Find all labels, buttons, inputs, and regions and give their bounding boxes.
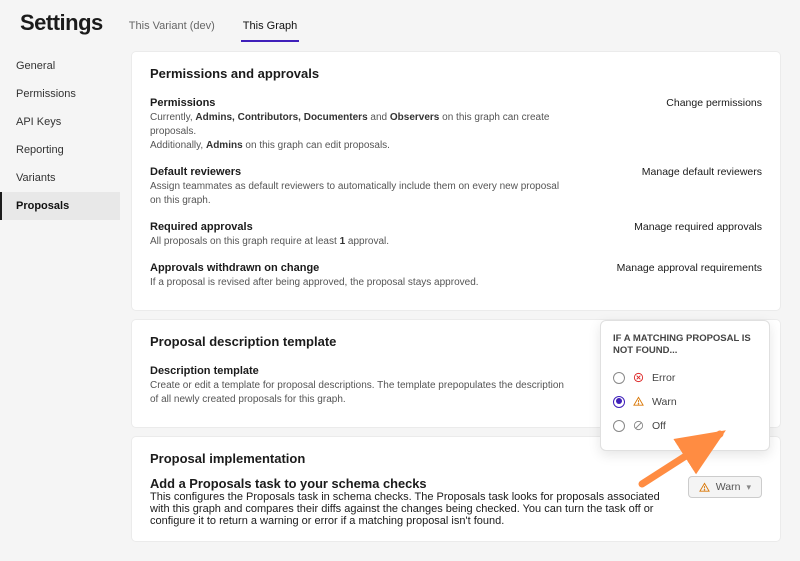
sidebar-item-reporting[interactable]: Reporting [0, 136, 120, 164]
row-desc: Create or edit a template for proposal d… [150, 379, 570, 407]
off-icon [633, 420, 644, 431]
proposals-task-popover: IF A MATCHING PROPOSAL IS NOT FOUND... E… [600, 320, 770, 451]
sidebar-item-general[interactable]: General [0, 52, 120, 80]
proposals-task-select[interactable]: Warn ▾ [688, 476, 762, 498]
card-permissions-approvals: Permissions and approvals Permissions Cu… [132, 52, 780, 310]
row-default-reviewers: Default reviewers Assign teammates as de… [150, 159, 762, 214]
row-heading: Required approvals [150, 221, 389, 233]
row-permissions: Permissions Currently, Admins, Contribut… [150, 91, 762, 159]
row-heading: Description template [150, 365, 570, 377]
row-required-approvals: Required approvals All proposals on this… [150, 214, 762, 255]
card-proposal-implementation: Proposal implementation Add a Proposals … [132, 437, 780, 541]
option-off[interactable]: Off [613, 414, 757, 438]
sidebar-item-proposals[interactable]: Proposals [0, 192, 120, 220]
chevron-down-icon: ▾ [746, 482, 751, 493]
sidebar-item-api-keys[interactable]: API Keys [0, 108, 120, 136]
tab-this-graph[interactable]: This Graph [241, 16, 299, 42]
manage-approval-requirements-link[interactable]: Manage approval requirements [617, 262, 762, 274]
tab-this-variant[interactable]: This Variant (dev) [127, 16, 217, 42]
row-heading: Default reviewers [150, 166, 570, 178]
row-desc: Currently, Admins, Contributors, Documen… [150, 111, 570, 153]
warning-icon [633, 396, 644, 407]
card-title: Permissions and approvals [150, 66, 762, 81]
row-approvals-withdrawn: Approvals withdrawn on change If a propo… [150, 255, 762, 296]
option-error[interactable]: Error [613, 366, 757, 390]
popover-title: IF A MATCHING PROPOSAL IS NOT FOUND... [613, 333, 757, 358]
option-label: Warn [652, 396, 677, 408]
radio-icon [613, 396, 625, 408]
card-title: Proposal implementation [150, 451, 762, 466]
page-title: Settings [20, 10, 103, 42]
row-desc: Assign teammates as default reviewers to… [150, 180, 570, 208]
radio-icon [613, 372, 625, 384]
row-heading: Permissions [150, 97, 570, 109]
manage-default-reviewers-link[interactable]: Manage default reviewers [642, 166, 762, 178]
row-heading: Add a Proposals task to your schema chec… [150, 476, 676, 491]
sidebar-item-variants[interactable]: Variants [0, 164, 120, 192]
radio-icon [613, 420, 625, 432]
option-warn[interactable]: Warn [613, 390, 757, 414]
warning-icon [699, 482, 710, 493]
row-desc: This configures the Proposals task in sc… [150, 491, 676, 527]
sidebar: General Permissions API Keys Reporting V… [0, 42, 120, 541]
select-value: Warn [716, 481, 741, 493]
row-desc: All proposals on this graph require at l… [150, 235, 389, 249]
manage-required-approvals-link[interactable]: Manage required approvals [634, 221, 762, 233]
change-permissions-link[interactable]: Change permissions [666, 97, 762, 109]
option-label: Off [652, 420, 666, 432]
option-label: Error [652, 372, 675, 384]
sidebar-item-permissions[interactable]: Permissions [0, 80, 120, 108]
error-icon [633, 372, 644, 383]
row-desc: If a proposal is revised after being app… [150, 276, 479, 290]
row-heading: Approvals withdrawn on change [150, 262, 479, 274]
